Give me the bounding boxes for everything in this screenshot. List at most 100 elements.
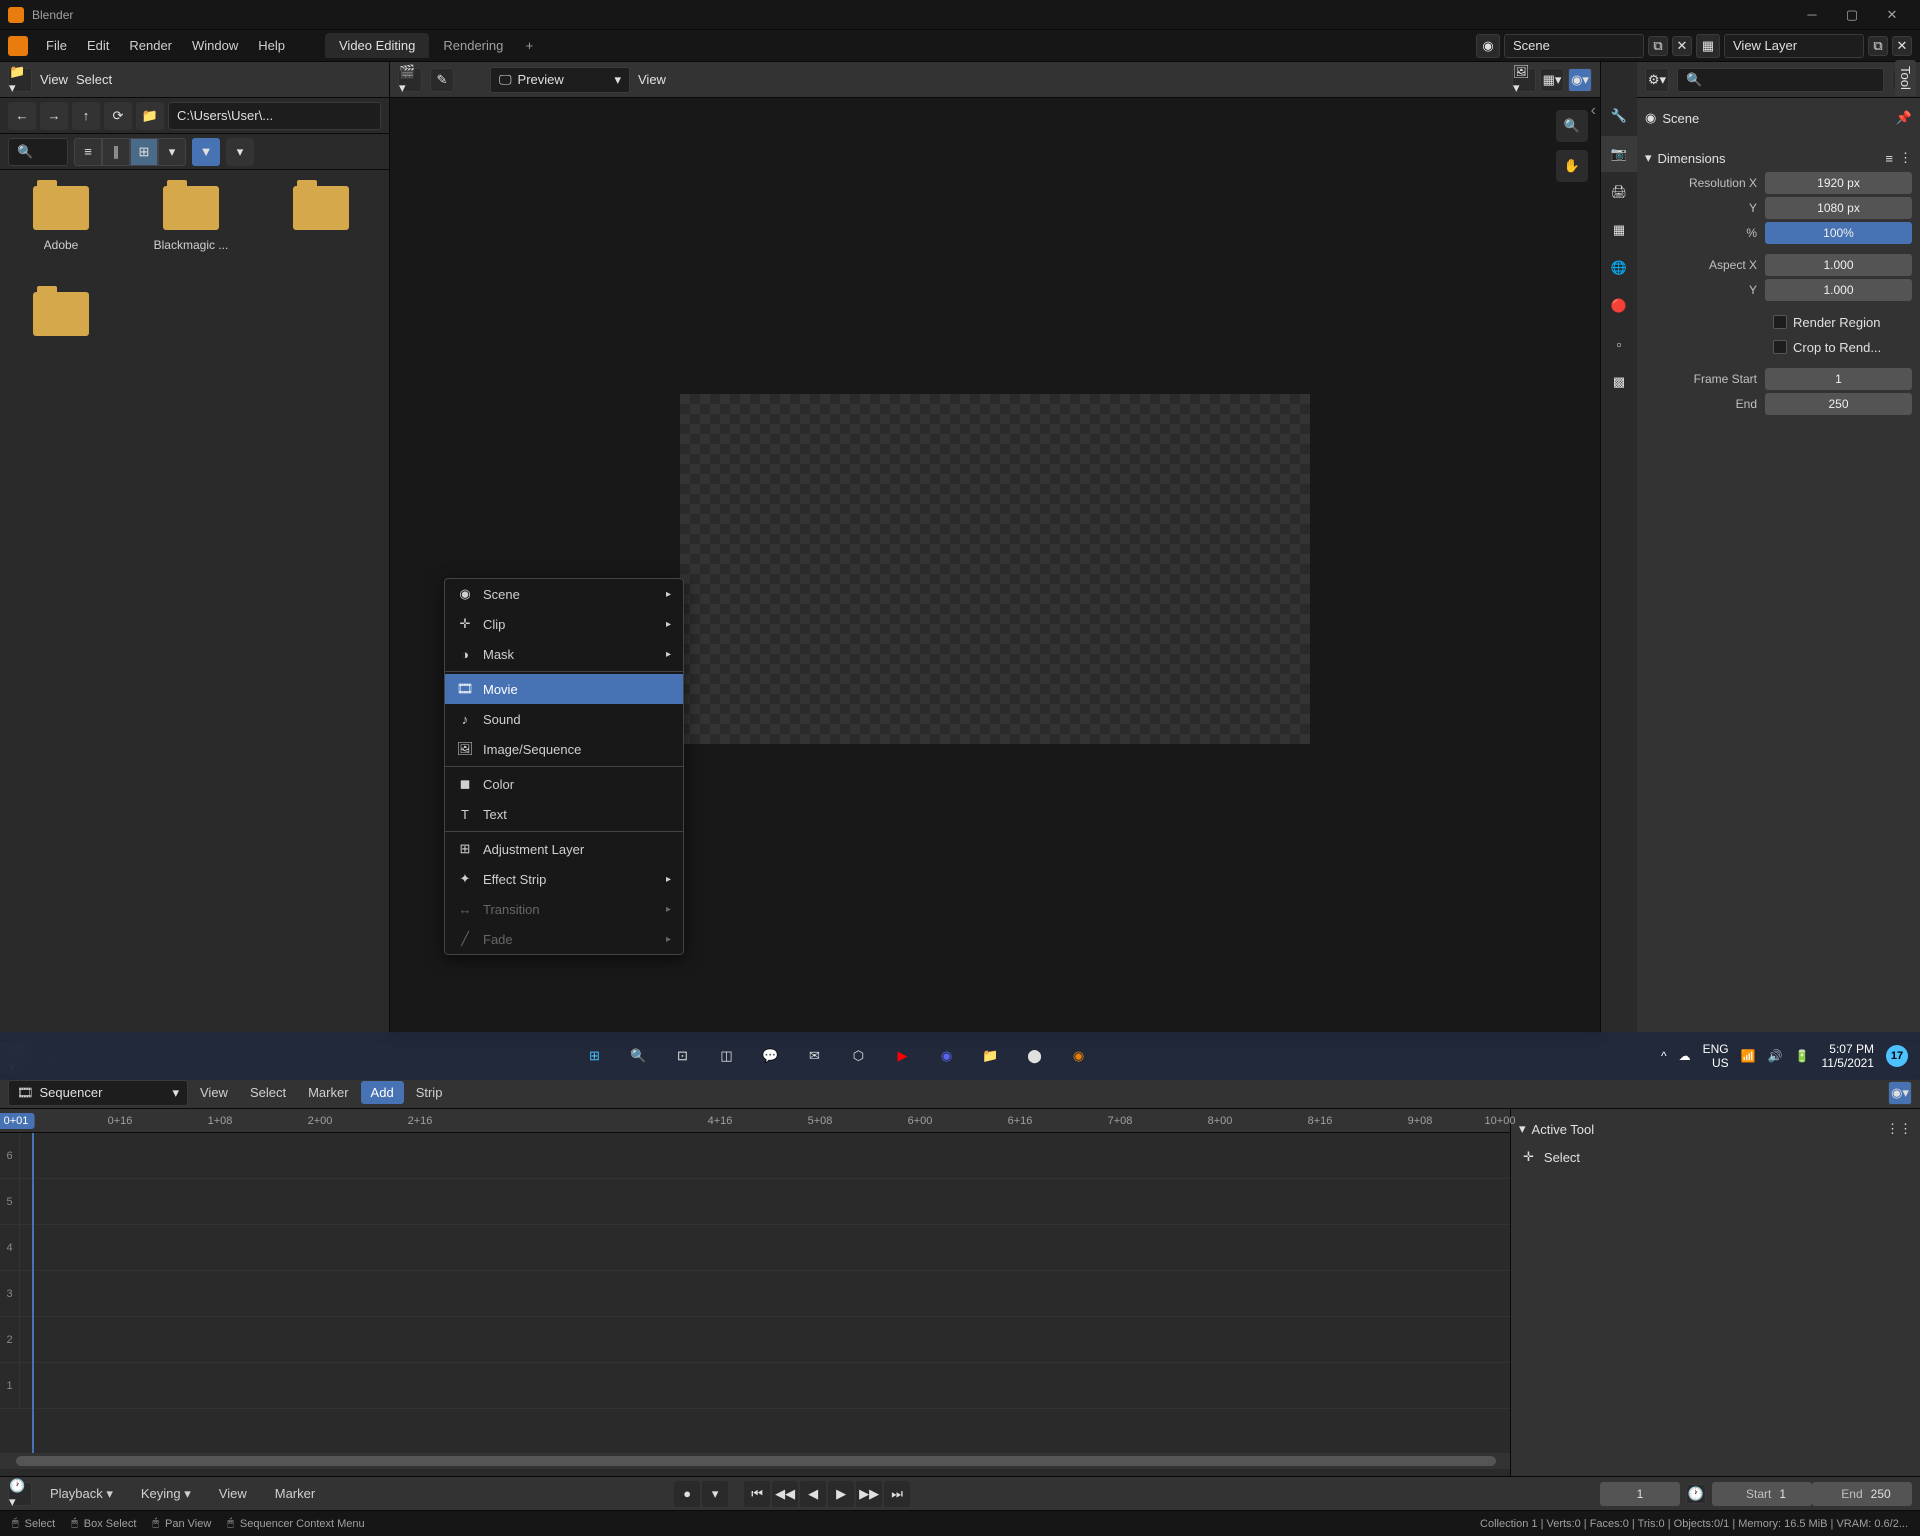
grip-icon[interactable]: ⋮⋮ xyxy=(1886,1121,1912,1137)
annotate-tool-icon[interactable]: ✎ xyxy=(430,68,454,92)
battery-icon[interactable]: 🔋 xyxy=(1795,1049,1810,1063)
maximize-button[interactable]: ▢ xyxy=(1832,1,1872,29)
render-region-check[interactable]: Render Region xyxy=(1765,315,1880,330)
preview-view-menu[interactable]: View xyxy=(638,72,666,87)
clock[interactable]: 5:07 PM 11/5/2021 xyxy=(1821,1042,1874,1071)
view-list-button[interactable]: ≡ xyxy=(74,138,102,166)
preview-overlay-icon[interactable]: ◉▾ xyxy=(1568,68,1592,92)
menu-item-effect[interactable]: ✦ Effect Strip ▸ xyxy=(445,864,683,894)
menu-item-scene[interactable]: ◉ Scene ▸ xyxy=(445,579,683,609)
aspect-x-field[interactable]: 1.000 xyxy=(1765,254,1912,276)
layer-name-field[interactable]: View Layer xyxy=(1724,34,1864,58)
playhead-frame[interactable]: 0+01 xyxy=(0,1113,34,1129)
folder-item[interactable]: Blackmagic ... xyxy=(146,186,236,252)
pct-field[interactable]: 100% xyxy=(1765,222,1912,244)
menu-item-mask[interactable]: ◑ Mask ▸ xyxy=(445,639,683,669)
file-search-input[interactable]: 🔍 xyxy=(8,138,68,166)
folder-item[interactable] xyxy=(16,292,106,344)
menu-item-text[interactable]: T Text xyxy=(445,799,683,829)
app-icon[interactable]: ⬡ xyxy=(838,1036,878,1076)
preview-editor-type-icon[interactable]: 🎬▾ xyxy=(398,68,422,92)
scene-breadcrumb[interactable]: ◉ Scene 📌 xyxy=(1645,106,1912,130)
scene-name-field[interactable]: Scene xyxy=(1504,34,1644,58)
seq-menu-add[interactable]: Add xyxy=(361,1081,404,1104)
playback-marker-menu[interactable]: Marker xyxy=(265,1482,325,1505)
preset-icon[interactable]: ⋮ xyxy=(1899,150,1912,166)
view-column-button[interactable]: ∥ xyxy=(102,138,130,166)
menu-item-image[interactable]: 🖼 Image/Sequence xyxy=(445,734,683,764)
prev-keyframe-button[interactable]: ◀◀ xyxy=(772,1481,798,1507)
scene-new-button[interactable]: ⧉ xyxy=(1648,36,1668,56)
dimensions-header[interactable]: ▾ Dimensions ≡ ⋮ xyxy=(1645,146,1912,170)
tab-scene-icon[interactable]: 🌐 xyxy=(1601,250,1637,286)
obs-icon[interactable]: ⬤ xyxy=(1014,1036,1054,1076)
tab-output-icon[interactable]: 🖨 xyxy=(1601,174,1637,210)
tab-world-icon[interactable]: 🔴 xyxy=(1601,288,1637,324)
start-frame-field[interactable]: Start 1 xyxy=(1712,1482,1812,1506)
frame-start-field[interactable]: 1 xyxy=(1765,368,1912,390)
search-button[interactable]: 🔍 xyxy=(618,1036,658,1076)
timeline-scrollbar[interactable] xyxy=(0,1453,1510,1469)
active-tool-header[interactable]: ▾ Active Tool ⋮⋮ xyxy=(1519,1117,1912,1141)
props-options-icon[interactable]: ⚙▾ xyxy=(1645,68,1669,92)
playback-editor-icon[interactable]: 🕐▾ xyxy=(8,1482,32,1506)
discord-icon[interactable]: ◉ xyxy=(926,1036,966,1076)
widgets-button[interactable]: ◫ xyxy=(706,1036,746,1076)
sidebar-toggle-icon[interactable]: ‹ xyxy=(1591,102,1596,120)
scrollbar-thumb[interactable] xyxy=(16,1456,1496,1466)
menu-file[interactable]: File xyxy=(36,34,77,57)
youtube-icon[interactable]: ▶ xyxy=(882,1036,922,1076)
props-search-input[interactable]: 🔍 xyxy=(1677,68,1884,92)
sidebar-tab-tool[interactable]: Tool xyxy=(1895,60,1916,96)
aspect-y-field[interactable]: 1.000 xyxy=(1765,279,1912,301)
menu-help[interactable]: Help xyxy=(248,34,295,57)
nav-newfolder-button[interactable]: 📁 xyxy=(136,102,164,130)
notification-badge[interactable]: 17 xyxy=(1886,1045,1908,1067)
playhead-line[interactable] xyxy=(32,1133,34,1453)
tab-tool-icon[interactable]: 🔧 xyxy=(1601,98,1637,134)
folder-item[interactable]: Adobe xyxy=(16,186,106,252)
scene-delete-button[interactable]: ✕ xyxy=(1672,36,1692,56)
seq-menu-strip[interactable]: Strip xyxy=(406,1081,453,1104)
layer-new-button[interactable]: ⧉ xyxy=(1868,36,1888,56)
add-workspace-button[interactable]: + xyxy=(517,34,541,58)
seq-menu-marker[interactable]: Marker xyxy=(298,1081,358,1104)
nav-back-button[interactable]: ← xyxy=(8,102,36,130)
filter-button[interactable]: ▼ xyxy=(192,138,220,166)
tab-object-icon[interactable]: ▫ xyxy=(1601,326,1637,362)
teams-icon[interactable]: 💬 xyxy=(750,1036,790,1076)
tab-render-icon[interactable]: 📷 xyxy=(1601,136,1637,172)
tab-video-editing[interactable]: Video Editing xyxy=(325,33,429,58)
next-keyframe-button[interactable]: ▶▶ xyxy=(856,1481,882,1507)
nav-refresh-button[interactable]: ⟳ xyxy=(104,102,132,130)
filebrowser-view-menu[interactable]: View xyxy=(40,72,68,87)
nav-forward-button[interactable]: → xyxy=(40,102,68,130)
zoom-icon[interactable]: 🔍 xyxy=(1556,110,1588,142)
menu-item-movie[interactable]: 🎞 Movie xyxy=(445,674,683,704)
menu-item-clip[interactable]: ✛ Clip ▸ xyxy=(445,609,683,639)
mail-icon[interactable]: ✉ xyxy=(794,1036,834,1076)
frame-end-field[interactable]: 250 xyxy=(1765,393,1912,415)
menu-render[interactable]: Render xyxy=(119,34,182,57)
blender-icon[interactable] xyxy=(8,36,28,56)
end-frame-field[interactable]: End 250 xyxy=(1812,1482,1912,1506)
playback-view-menu[interactable]: View xyxy=(209,1482,257,1505)
view-settings-button[interactable]: ▾ xyxy=(158,138,186,166)
nav-up-button[interactable]: ↑ xyxy=(72,102,100,130)
keying-menu[interactable]: Keying ▾ xyxy=(131,1482,201,1506)
timeline-area[interactable]: 0+01 0+16 1+08 2+00 2+16 4+16 5+08 6+00 … xyxy=(0,1109,1510,1476)
crop-check[interactable]: Crop to Rend... xyxy=(1765,340,1881,355)
menu-item-sound[interactable]: ♪ Sound xyxy=(445,704,683,734)
blender-taskbar-icon[interactable]: ◉ xyxy=(1058,1036,1098,1076)
preview-mode-dropdown[interactable]: 🖵 Preview ▾ xyxy=(490,67,630,93)
menu-edit[interactable]: Edit xyxy=(77,34,119,57)
filter-settings-button[interactable]: ▾ xyxy=(226,138,254,166)
seq-overlay-icon[interactable]: ◉▾ xyxy=(1888,1081,1912,1105)
explorer-icon[interactable]: 📁 xyxy=(970,1036,1010,1076)
path-field[interactable]: C:\Users\User\... xyxy=(168,102,381,130)
current-frame-field[interactable]: 1 xyxy=(1600,1482,1680,1506)
wifi-icon[interactable]: 📶 xyxy=(1741,1049,1756,1063)
timeline-tracks[interactable]: 6 5 4 3 2 1 xyxy=(0,1133,1510,1453)
jump-start-button[interactable]: ⏮ xyxy=(744,1481,770,1507)
tab-texture-icon[interactable]: ▩ xyxy=(1601,364,1637,400)
